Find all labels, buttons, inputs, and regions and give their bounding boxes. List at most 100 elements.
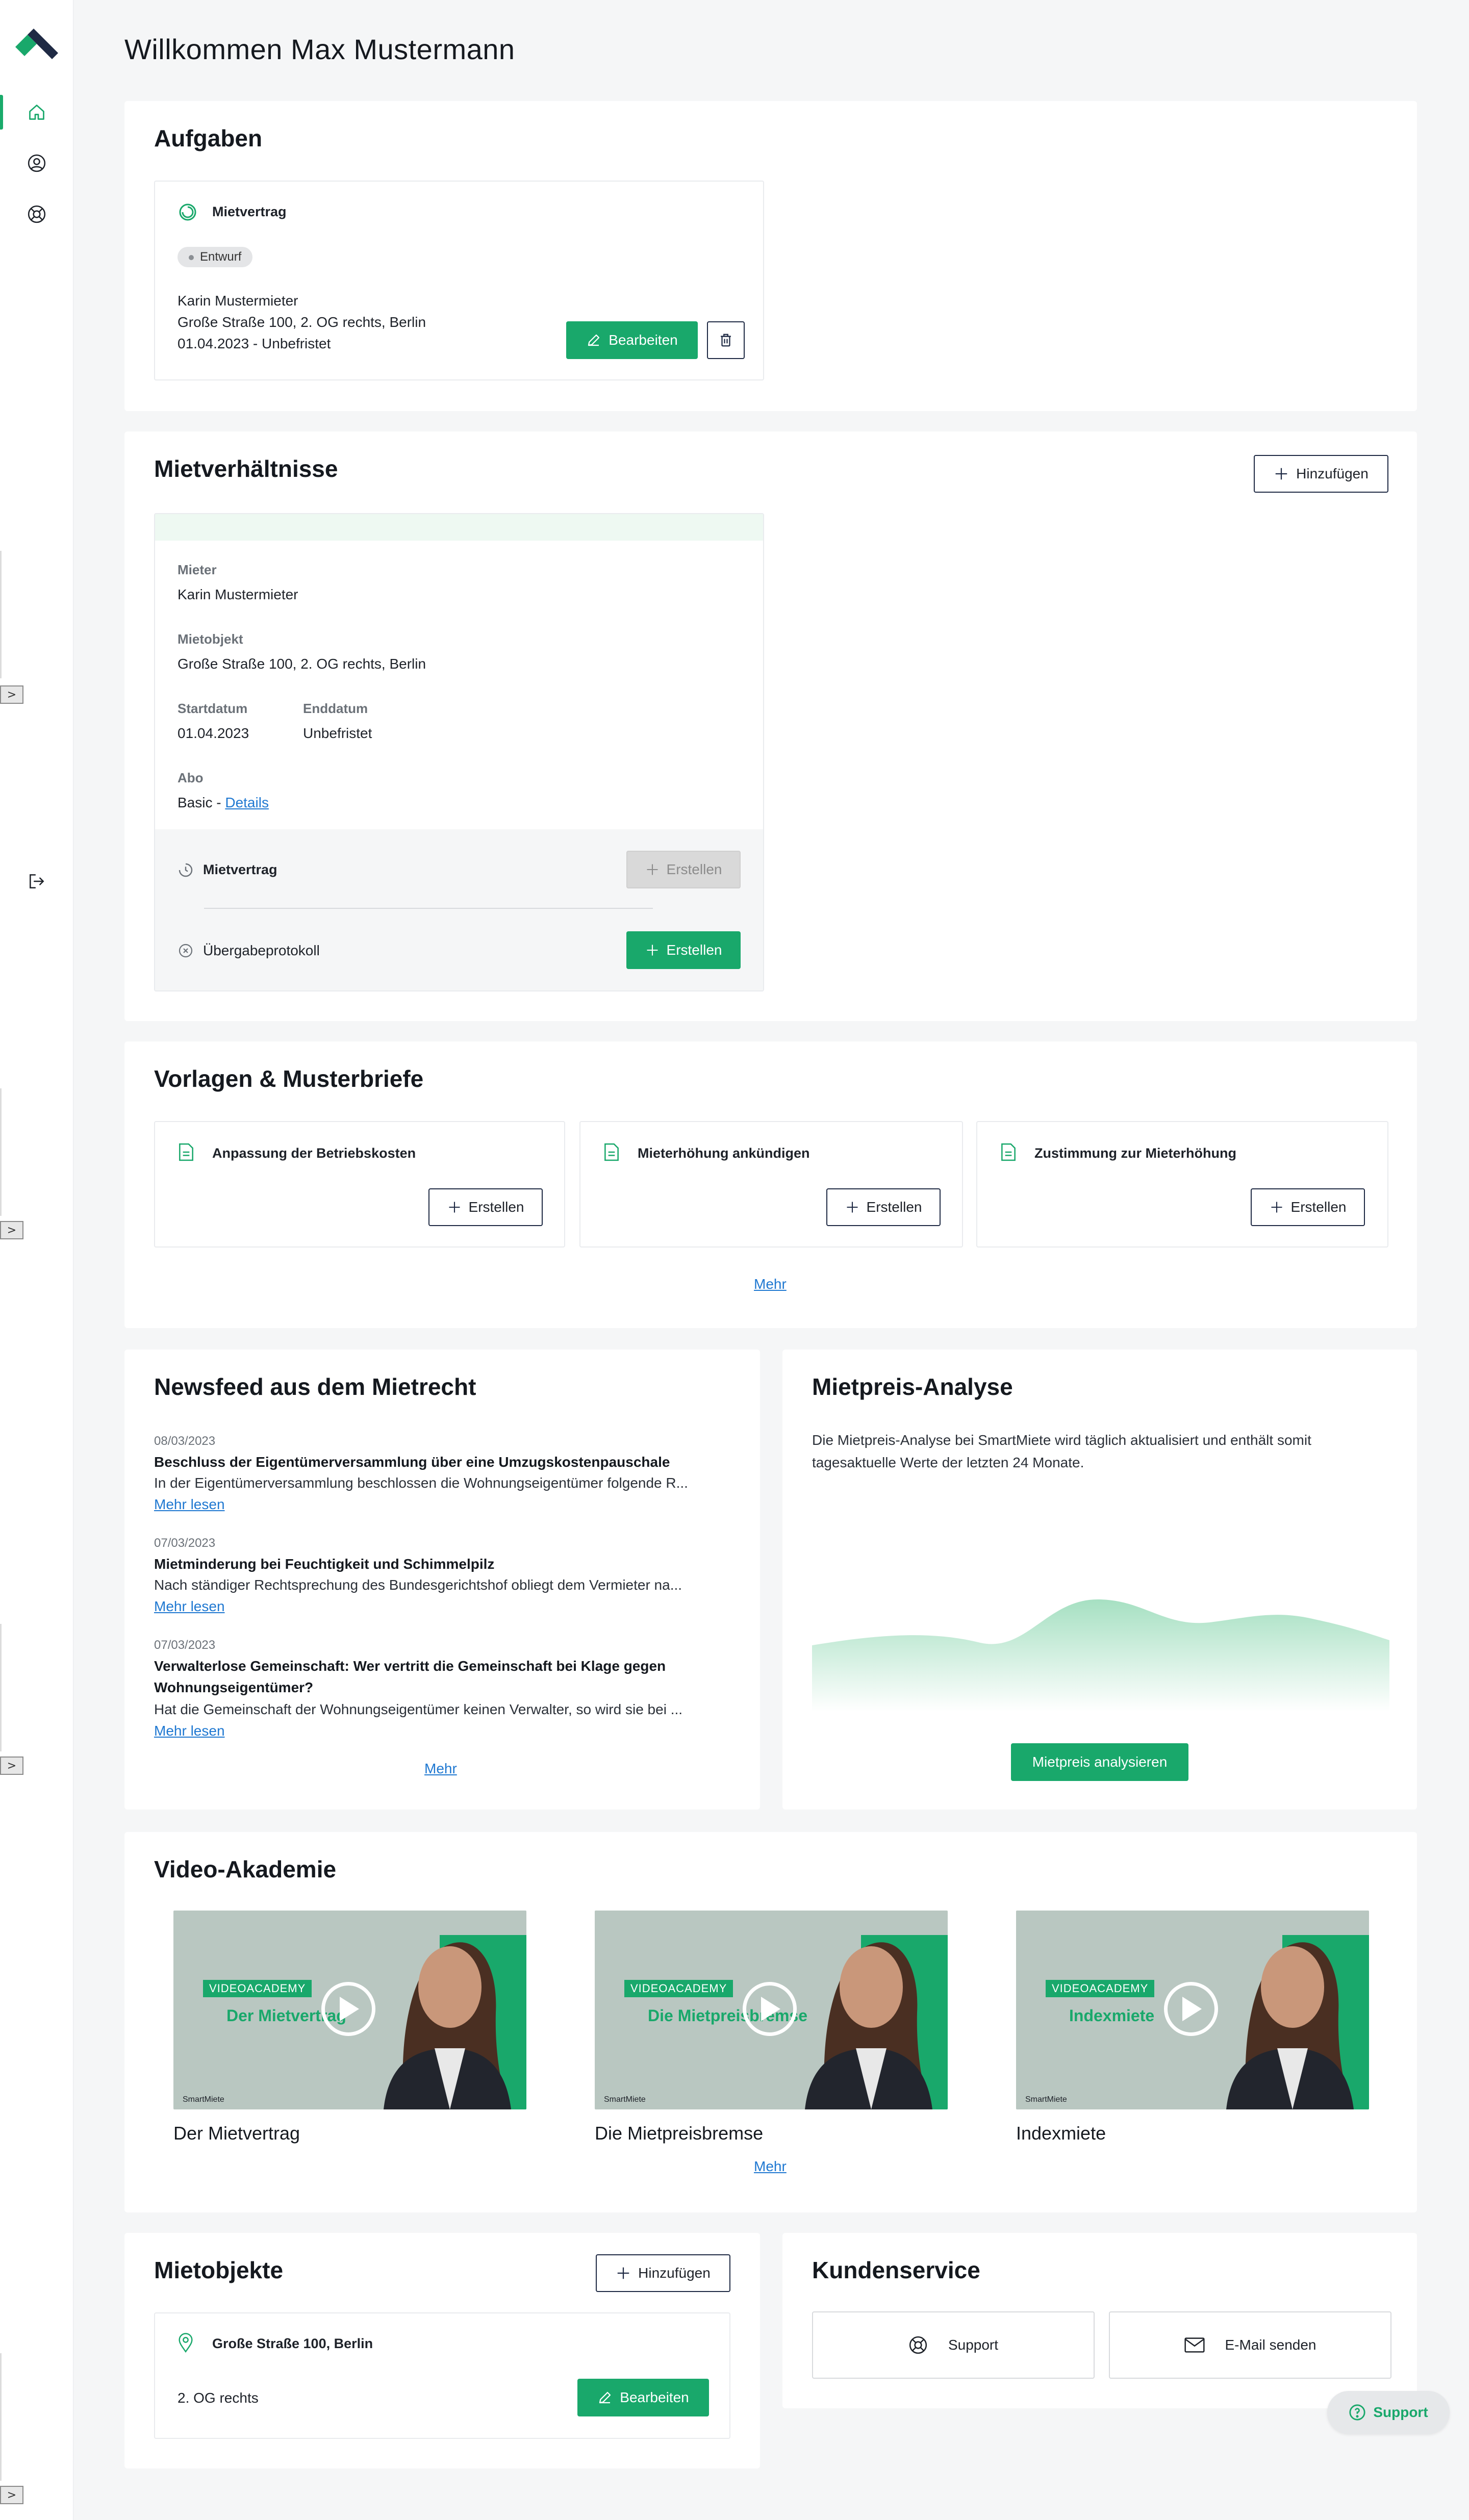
sidebar-item-account[interactable] (0, 143, 73, 184)
email-button[interactable]: E-Mail senden (1109, 2311, 1391, 2379)
plus-icon (447, 1200, 462, 1214)
sidebar-expand-tab[interactable]: > (0, 1757, 23, 1775)
video-caption[interactable]: Indexmiete (1016, 2123, 1106, 2144)
end-value: Unbefristet (303, 725, 372, 741)
smartmiete-logo[interactable] (15, 29, 58, 59)
object-name: Große Straße 100, Berlin (212, 2336, 373, 2351)
task-card: Mietvertrag Entwurf Karin Mustermieter G… (154, 181, 764, 380)
mail-icon (1184, 2337, 1205, 2353)
add-mietobjekt-label: Hinzufügen (638, 2265, 711, 2281)
video-thumbnail[interactable]: VIDEOACADEMY Die Mietpreisbremse SmartMi… (595, 1911, 948, 2109)
section-vorlagen: Vorlagen & Musterbriefe Anpassung der Be… (124, 1041, 1417, 1328)
object-card: Große Straße 100, Berlin 2. OG rechts Be… (154, 2312, 730, 2439)
section-newsfeed: Newsfeed aus dem Mietrecht 08/03/2023 Be… (124, 1350, 760, 1810)
pencil-icon (597, 2390, 613, 2405)
section-title: Video-Akademie (154, 1856, 337, 1882)
sidebar-expand-tab[interactable]: > (0, 685, 23, 704)
news-read-more-link[interactable]: Mehr lesen (154, 1723, 225, 1739)
create-template-button[interactable]: Erstellen (826, 1188, 941, 1226)
document-icon (1000, 1142, 1017, 1162)
plus-icon (845, 1200, 859, 1214)
section-mietobjekte: Mietobjekte Hinzufügen Große Straße 100,… (124, 2233, 760, 2468)
help-circle-icon (1349, 2404, 1366, 2421)
analyze-rent-button[interactable]: Mietpreis analysieren (1011, 1743, 1188, 1781)
document-icon (178, 1142, 195, 1162)
floating-support-button[interactable]: Support (1327, 2391, 1450, 2434)
play-icon[interactable] (321, 1982, 375, 2036)
newsfeed-more-link[interactable]: Mehr (424, 1761, 457, 1777)
plus-icon (645, 943, 660, 957)
page-title: Willkommen Max Mustermann (124, 33, 515, 65)
video-thumbnail[interactable]: VIDEOACADEMY Der Mietvertrag SmartMiete (173, 1911, 526, 2109)
object-unit: 2. OG rechts (178, 2390, 259, 2406)
presenter-image (790, 1911, 932, 2109)
logout-icon (27, 872, 46, 891)
thumbnail-brand: SmartMiete (1025, 2095, 1067, 2104)
section-title: Mietobjekte (154, 2257, 284, 2283)
section-kundenservice: Kundenservice Support E-Mail senden (782, 2233, 1417, 2408)
presenter-image (368, 1911, 511, 2109)
sidebar-expand-tab[interactable]: > (0, 1221, 23, 1239)
abo-label: Abo (178, 770, 204, 785)
news-title[interactable]: Verwalterlose Gemeinschaft: Wer vertritt… (154, 1656, 720, 1698)
templates-more-link[interactable]: Mehr (754, 1276, 787, 1292)
create-template-button[interactable]: Erstellen (428, 1188, 543, 1226)
sidebar-divider (0, 1624, 2, 1751)
videos-more-link[interactable]: Mehr (754, 2158, 787, 2175)
create-template-label: Erstellen (1290, 1199, 1347, 1215)
template-card: Mieterhöhung ankündigen Erstellen (579, 1121, 963, 1248)
add-mietverhaeltnis-button[interactable]: Hinzufügen (1254, 455, 1388, 493)
create-mietvertrag-button[interactable]: Erstellen (626, 851, 741, 888)
play-icon[interactable] (1164, 1982, 1218, 2036)
section-mietverhaeltnisse: Mietverhältnisse Hinzufügen Mieter Karin… (124, 431, 1417, 1021)
template-name: Anpassung der Betriebskosten (212, 1146, 416, 1161)
sidebar-item-logout[interactable] (0, 861, 73, 902)
news-title[interactable]: Beschluss der Eigentümerversammlung über… (154, 1452, 720, 1473)
video-thumbnail[interactable]: VIDEOACADEMY Indexmiete SmartMiete (1016, 1911, 1369, 2109)
news-read-more-link[interactable]: Mehr lesen (154, 1598, 225, 1615)
create-template-button[interactable]: Erstellen (1251, 1188, 1365, 1226)
home-icon (28, 103, 46, 121)
news-text: In der Eigentümerversammlung beschlossen… (154, 1475, 688, 1491)
edit-object-button[interactable]: Bearbeiten (577, 2379, 709, 2416)
add-mietobjekt-button[interactable]: Hinzufügen (596, 2254, 730, 2292)
pencil-icon (586, 333, 601, 348)
task-address: Große Straße 100, 2. OG rechts, Berlin (178, 314, 426, 330)
create-template-label: Erstellen (468, 1199, 524, 1215)
add-mietverhaeltnis-label: Hinzufügen (1296, 466, 1369, 481)
video-caption[interactable]: Die Mietpreisbremse (595, 2123, 763, 2144)
task-period: 01.04.2023 - Unbefristet (178, 336, 331, 351)
tenant-value: Karin Mustermieter (178, 587, 298, 602)
video-caption[interactable]: Der Mietvertrag (173, 2123, 300, 2144)
create-uebergabeprotokoll-label: Erstellen (666, 942, 722, 958)
create-template-label: Erstellen (866, 1199, 922, 1215)
sidebar-divider (0, 551, 2, 678)
doc-uebergabeprotokoll-name: Übergabeprotokoll (203, 943, 320, 958)
progress-ring-icon (178, 862, 194, 878)
progress-ring-icon (178, 202, 198, 222)
mietpreis-wave-graphic (812, 1518, 1389, 1712)
task-name: Mietvertrag (212, 204, 287, 219)
trash-icon (718, 333, 733, 348)
support-button[interactable]: Support (812, 2311, 1095, 2379)
end-label: Enddatum (303, 701, 368, 716)
sidebar-item-help[interactable] (0, 194, 73, 235)
start-value: 01.04.2023 (178, 725, 249, 741)
email-label: E-Mail senden (1225, 2337, 1316, 2353)
section-title: Aufgaben (154, 125, 263, 151)
abo-details-link[interactable]: Details (225, 795, 269, 810)
template-name: Mieterhöhung ankündigen (638, 1146, 810, 1161)
sidebar-item-home[interactable] (0, 92, 73, 133)
news-text: Nach ständiger Rechtsprechung des Bundes… (154, 1577, 682, 1593)
news-title[interactable]: Mietminderung bei Feuchtigkeit und Schim… (154, 1554, 720, 1575)
support-label: Support (948, 2337, 999, 2353)
create-uebergabeprotokoll-button[interactable]: Erstellen (626, 931, 741, 969)
delete-task-button[interactable] (707, 321, 745, 359)
contract-documents: Mietvertrag Erstellen Übergabeprotokoll … (155, 829, 763, 990)
sidebar-divider (0, 1088, 2, 1216)
sidebar-expand-tab[interactable]: > (0, 2486, 23, 2504)
play-icon[interactable] (743, 1982, 797, 2036)
news-read-more-link[interactable]: Mehr lesen (154, 1496, 225, 1513)
plus-icon (645, 862, 660, 877)
edit-task-button[interactable]: Bearbeiten (566, 321, 698, 359)
